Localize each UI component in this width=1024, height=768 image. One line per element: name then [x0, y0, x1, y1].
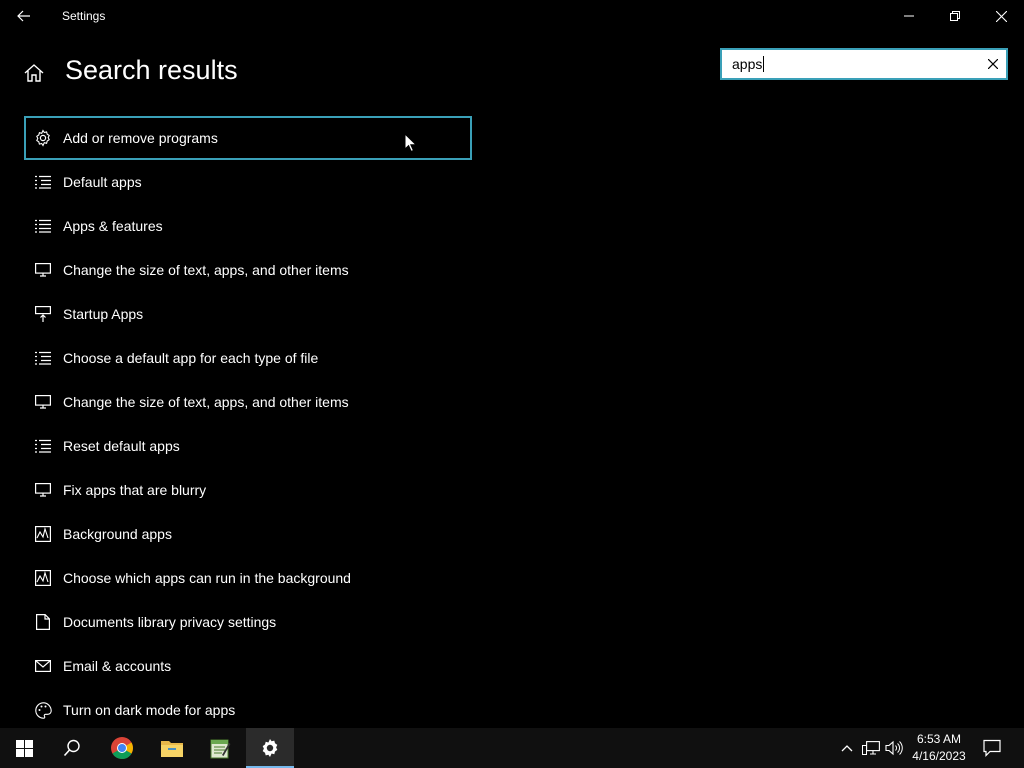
- taskbar-chrome[interactable]: [98, 728, 146, 768]
- taskbar-settings[interactable]: [246, 728, 294, 768]
- result-label: Email & accounts: [63, 658, 172, 674]
- result-label: Choose which apps can run in the backgro…: [63, 570, 351, 586]
- list-icon: [34, 217, 52, 235]
- result-choose-background-apps[interactable]: Choose which apps can run in the backgro…: [24, 556, 472, 600]
- windows-logo-icon: [15, 739, 33, 757]
- search-input[interactable]: apps: [720, 48, 1008, 80]
- result-label: Change the size of text, apps, and other…: [63, 394, 349, 410]
- clock-date: 4/16/2023: [912, 749, 966, 763]
- activity-icon: [34, 525, 52, 543]
- close-button[interactable]: [978, 0, 1024, 32]
- search-input-value: apps: [732, 56, 765, 72]
- taskbar-file-explorer[interactable]: [148, 728, 196, 768]
- result-label: Apps & features: [63, 218, 163, 234]
- folder-icon: [161, 741, 183, 757]
- taskbar-notepad[interactable]: [196, 728, 244, 768]
- clock-time: 6:53 AM: [916, 732, 962, 746]
- result-change-size-text[interactable]: Change the size of text, apps, and other…: [24, 248, 472, 292]
- result-change-size-text-2[interactable]: Change the size of text, apps, and other…: [24, 380, 472, 424]
- title-bar: Settings: [0, 0, 1024, 32]
- result-label: Change the size of text, apps, and other…: [63, 262, 349, 278]
- result-choose-default-app-file-type[interactable]: Choose a default app for each type of fi…: [24, 336, 472, 380]
- minimize-button[interactable]: [886, 0, 932, 32]
- result-default-apps[interactable]: Default apps: [24, 160, 472, 204]
- list-icon: [34, 349, 52, 367]
- result-label: Documents library privacy settings: [63, 614, 277, 630]
- notepad-icon: [210, 739, 231, 759]
- search-results-list: Add or remove programs Default apps Apps…: [24, 116, 472, 732]
- result-label: Default apps: [63, 174, 142, 190]
- startup-icon: [34, 305, 52, 323]
- monitor-icon: [34, 481, 52, 499]
- close-icon: [995, 10, 1007, 22]
- result-label: Turn on dark mode for apps: [63, 702, 236, 718]
- result-apps-and-features[interactable]: Apps & features: [24, 204, 472, 248]
- mail-icon: [34, 657, 52, 675]
- result-label: Add or remove programs: [63, 130, 218, 146]
- show-hidden-icons-button[interactable]: [837, 738, 857, 758]
- search-icon: [63, 739, 80, 757]
- minimize-icon: [904, 15, 914, 17]
- list-icon: [34, 437, 52, 455]
- list-icon: [34, 173, 52, 191]
- network-icon: [862, 741, 880, 755]
- network-status-button[interactable]: [861, 738, 881, 758]
- start-button[interactable]: [0, 728, 48, 768]
- restore-icon: [950, 11, 960, 21]
- result-documents-library-privacy[interactable]: Documents library privacy settings: [24, 600, 472, 644]
- window-title: Settings: [62, 9, 106, 23]
- activity-icon: [34, 569, 52, 587]
- result-email-and-accounts[interactable]: Email & accounts: [24, 644, 472, 688]
- back-button[interactable]: [8, 4, 40, 28]
- result-label: Startup Apps: [63, 306, 144, 322]
- home-icon[interactable]: [22, 61, 46, 85]
- gear-icon: [34, 129, 52, 147]
- result-label: Reset default apps: [63, 438, 180, 454]
- clear-search-button[interactable]: [986, 57, 1000, 71]
- restore-button[interactable]: [932, 0, 978, 32]
- taskbar-search-button[interactable]: [48, 728, 96, 768]
- result-fix-blurry-apps[interactable]: Fix apps that are blurry: [24, 468, 472, 512]
- result-startup-apps[interactable]: Startup Apps: [24, 292, 472, 336]
- back-arrow-icon: [17, 10, 30, 22]
- volume-icon: [885, 740, 903, 756]
- result-reset-default-apps[interactable]: Reset default apps: [24, 424, 472, 468]
- mouse-cursor-icon: [404, 133, 416, 153]
- monitor-icon: [34, 261, 52, 279]
- close-icon: [988, 59, 998, 69]
- result-background-apps[interactable]: Background apps: [24, 512, 472, 556]
- taskbar-clock[interactable]: 6:53 AM 4/16/2023: [906, 731, 972, 765]
- result-label: Fix apps that are blurry: [63, 482, 207, 498]
- result-dark-mode-apps[interactable]: Turn on dark mode for apps: [24, 688, 472, 732]
- document-icon: [34, 613, 52, 631]
- action-center-button[interactable]: [980, 736, 1004, 760]
- chrome-icon: [111, 737, 133, 759]
- monitor-icon: [34, 393, 52, 411]
- page-title: Search results: [65, 55, 238, 85]
- result-label: Background apps: [63, 526, 172, 542]
- notification-icon: [983, 739, 1001, 757]
- palette-icon: [34, 701, 52, 719]
- volume-button[interactable]: [884, 738, 904, 758]
- chevron-up-icon: [841, 745, 853, 752]
- result-label: Choose a default app for each type of fi…: [63, 350, 319, 366]
- gear-icon: [262, 739, 278, 757]
- taskbar: 6:53 AM 4/16/2023: [0, 728, 1024, 768]
